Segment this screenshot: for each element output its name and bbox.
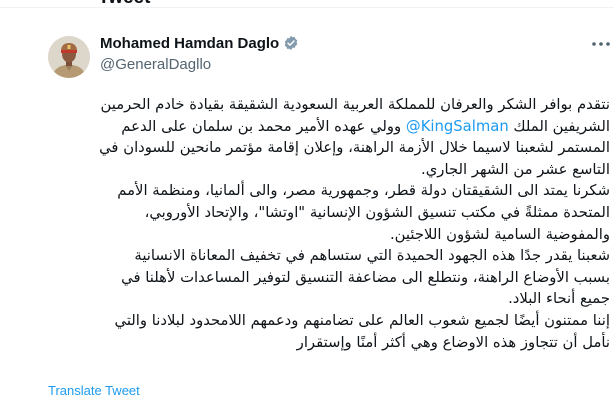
- author-display-name[interactable]: Mohamed Hamdan Daglo: [100, 35, 279, 52]
- tweet-line: جميع أنحاء البلاد.: [508, 290, 610, 308]
- tweet-line: والمفوضية السامية لشؤون اللاجئين.: [389, 225, 610, 243]
- mention-link[interactable]: @KingSalman: [406, 118, 509, 135]
- tweet-text-segment: الشريفين الملك: [513, 117, 610, 135]
- tweet-text-segment: وولي عهده الأمير محمد بن سلمان على الدعم: [121, 117, 402, 135]
- tweet-line: الشريفين الملك @KingSalman وولي عهده الأ…: [48, 116, 610, 138]
- author-name-row: Mohamed Hamdan Daglo: [100, 33, 299, 53]
- avatar[interactable]: [48, 36, 90, 78]
- translate-tweet-link[interactable]: Translate Tweet: [48, 383, 140, 398]
- page-header: Tweet: [0, 0, 614, 8]
- tweet-line: شعبنا يقدر جدًا هذه الجهود الحميدة التي …: [134, 247, 610, 265]
- tweet-line: بسبب الأوضاع الراهنة، ونتطلع الى مضاعفة …: [121, 268, 610, 286]
- tweet-line: نأمل أن تتجاوز هذه الاوضاع وهي أكثر أمنً…: [296, 333, 610, 351]
- tweet-line: شكرنا يمتد الى الشقيقتان دولة قطر، وجمهو…: [117, 182, 610, 200]
- avatar-image: [48, 36, 90, 78]
- page-title: Tweet: [98, 0, 150, 9]
- tweet-line: المستمر لشعبنا لاسيما خلال الأزمة الراهن…: [99, 139, 610, 157]
- tweet-text: نتقدم بوافر الشكر والعرفان للمملكة العرب…: [48, 94, 610, 353]
- more-options-icon[interactable]: [590, 36, 612, 52]
- tweet-line: المتحدة ممثلةً في مكتب تنسيق الشؤون الإن…: [144, 203, 610, 221]
- verified-badge-icon: [283, 35, 299, 51]
- tweet-line: التاسع عشر من الشهر الجاري.: [421, 160, 610, 178]
- tweet-line: نتقدم بوافر الشكر والعرفان للمملكة العرب…: [100, 96, 610, 113]
- tweet-page: Tweet Mohamed Hamdan Daglo @GeneralDagll…: [0, 0, 614, 407]
- tweet-line: إننا ممتنون أيضًا لجميع شعوب العالم على …: [114, 311, 611, 329]
- author-handle[interactable]: @GeneralDagllo: [100, 56, 211, 73]
